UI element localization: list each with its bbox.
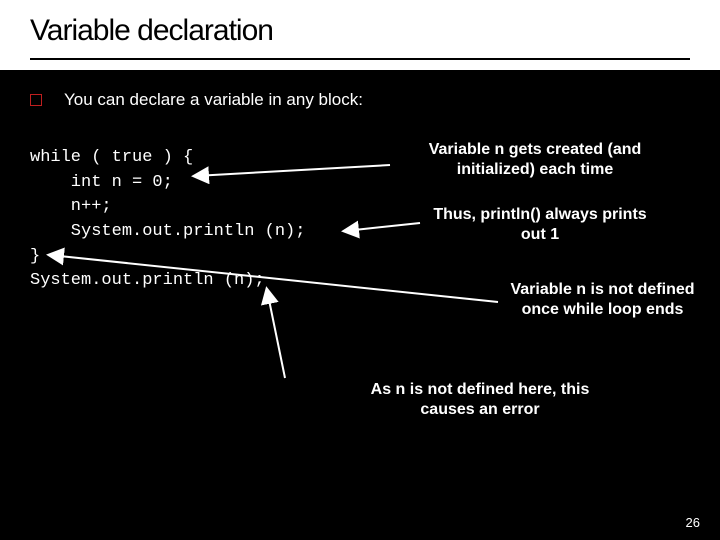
code-line-5: } — [30, 247, 40, 266]
annotation-not-defined: Variable n is not defined once while loo… — [500, 280, 705, 320]
code-line-1: while ( true ) { — [30, 148, 193, 167]
bullet-item: You can declare a variable in any block: — [30, 90, 700, 110]
code-line-6: System.out.println (n); — [30, 271, 265, 290]
slide-body: You can declare a variable in any block:… — [30, 90, 700, 128]
page-number: 26 — [686, 515, 700, 530]
bullet-icon — [30, 94, 42, 106]
slide-title: Variable declaration — [0, 0, 720, 58]
code-block: while ( true ) { int n = 0; n++; System.… — [30, 146, 305, 294]
bullet-text: You can declare a variable in any block: — [64, 90, 363, 110]
code-line-4: System.out.println (n); — [30, 222, 305, 241]
annotation-created: Variable n gets created (and initialized… — [390, 140, 680, 180]
code-line-3: n++; — [30, 197, 112, 216]
code-line-2: int n = 0; — [30, 173, 173, 192]
annotation-error: As n is not defined here, this causes an… — [365, 380, 595, 420]
annotation-prints1: Thus, println() always prints out 1 — [420, 205, 660, 245]
title-underline — [30, 58, 690, 60]
